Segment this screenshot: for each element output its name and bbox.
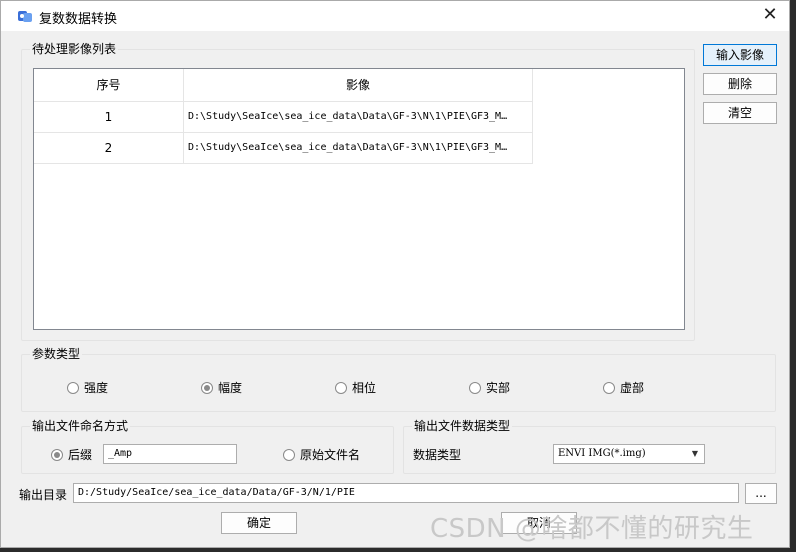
output-dir-input[interactable]: D:/Study/SeaIce/sea_ice_data/Data/GF-3/N… bbox=[73, 483, 739, 503]
data-type-select[interactable]: ENVI IMG(*.img) ▼ bbox=[553, 444, 705, 464]
radio-imaginary[interactable]: 虚部 bbox=[603, 379, 644, 396]
radio-label: 幅度 bbox=[218, 381, 243, 395]
radio-label: 强度 bbox=[84, 381, 109, 395]
output-data-type-group-title: 输出文件数据类型 bbox=[412, 418, 513, 434]
output-dir-label: 输出目录 bbox=[19, 488, 68, 502]
radio-label: 后缀 bbox=[68, 448, 93, 462]
radio-phase[interactable]: 相位 bbox=[335, 379, 376, 396]
clear-button[interactable]: 清空 bbox=[703, 102, 777, 124]
radio-label: 相位 bbox=[352, 381, 377, 395]
radio-label: 实部 bbox=[486, 381, 511, 395]
param-type-group: 参数类型 bbox=[21, 346, 776, 412]
radio-label: 虚部 bbox=[620, 381, 645, 395]
radio-dot-selected[interactable] bbox=[51, 448, 63, 461]
radio-real[interactable]: 实部 bbox=[469, 379, 510, 396]
radio-dot[interactable] bbox=[335, 381, 347, 394]
table-row-index[interactable]: 2 bbox=[34, 133, 184, 164]
radio-dot-selected[interactable] bbox=[201, 381, 213, 394]
suffix-input[interactable]: _Amp bbox=[103, 444, 237, 464]
radio-dot[interactable] bbox=[603, 381, 615, 394]
watermark-text: CSDN @啥都不懂的研究生 bbox=[430, 514, 754, 544]
chevron-down-icon: ▼ bbox=[691, 449, 698, 458]
radio-dot[interactable] bbox=[67, 381, 79, 394]
radio-suffix[interactable]: 后缀 bbox=[51, 446, 92, 463]
ok-button[interactable]: 确定 bbox=[221, 512, 297, 534]
output-naming-group-title: 输出文件命名方式 bbox=[30, 418, 131, 434]
data-type-value: ENVI IMG(*.img) bbox=[558, 448, 646, 459]
close-button[interactable]: ✕ bbox=[755, 3, 785, 29]
title-bar: 复数数据转换 ✕ bbox=[1, 1, 789, 31]
image-list-group-title: 待处理影像列表 bbox=[30, 41, 119, 57]
table-row-index[interactable]: 1 bbox=[34, 102, 184, 133]
delete-button[interactable]: 删除 bbox=[703, 73, 777, 95]
image-table[interactable]: 序号 影像 1 D:\Study\SeaIce\sea_ice_data\Dat… bbox=[33, 68, 685, 330]
radio-dot[interactable] bbox=[469, 381, 481, 394]
dialog-window: 复数数据转换 ✕ 待处理影像列表 序号 影像 1 D:\Study\SeaIce… bbox=[0, 0, 790, 548]
column-header-index[interactable]: 序号 bbox=[34, 69, 184, 102]
column-header-image[interactable]: 影像 bbox=[184, 69, 533, 102]
input-image-button[interactable]: 输入影像 bbox=[703, 44, 777, 66]
app-icon bbox=[18, 11, 32, 22]
param-type-group-title: 参数类型 bbox=[30, 346, 83, 362]
radio-original-name[interactable]: 原始文件名 bbox=[283, 446, 360, 463]
browse-button[interactable]: ... bbox=[745, 483, 777, 504]
data-type-label: 数据类型 bbox=[413, 448, 462, 462]
radio-amplitude[interactable]: 幅度 bbox=[201, 379, 242, 396]
window-title: 复数数据转换 bbox=[39, 12, 118, 27]
table-row-path[interactable]: D:\Study\SeaIce\sea_ice_data\Data\GF-3\N… bbox=[184, 133, 533, 164]
radio-intensity[interactable]: 强度 bbox=[67, 379, 108, 396]
table-row-path[interactable]: D:\Study\SeaIce\sea_ice_data\Data\GF-3\N… bbox=[184, 102, 533, 133]
radio-label: 原始文件名 bbox=[300, 448, 361, 462]
radio-dot[interactable] bbox=[283, 448, 295, 461]
